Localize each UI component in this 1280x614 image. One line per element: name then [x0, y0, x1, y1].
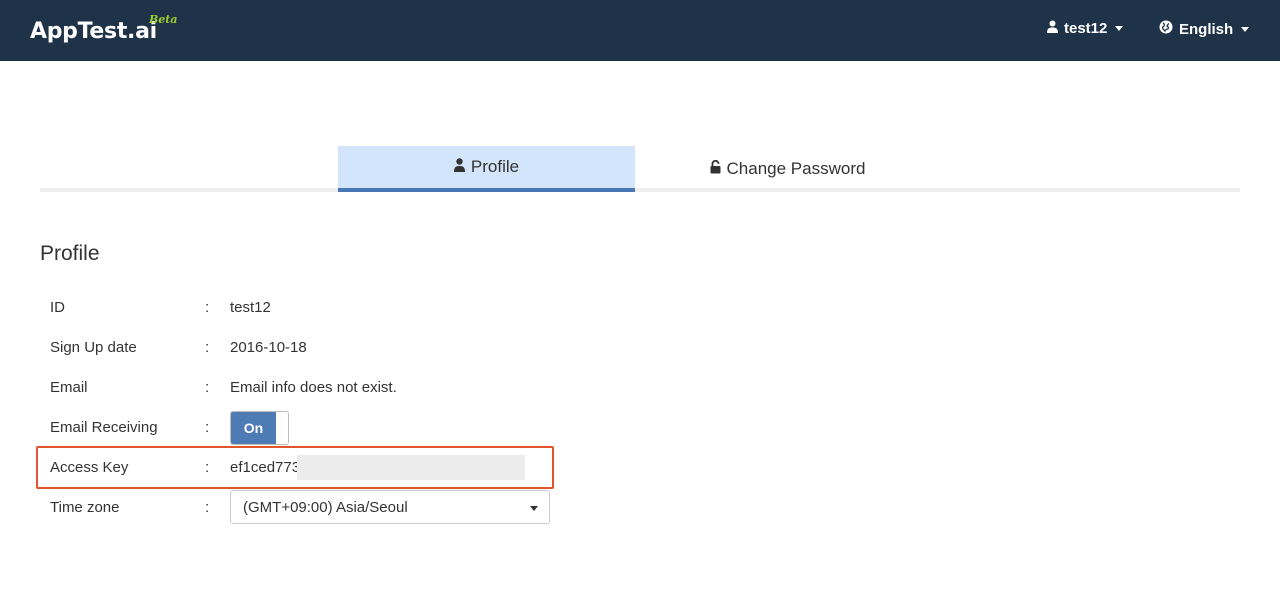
tab-change-password[interactable]: Change Password	[635, 146, 940, 192]
user-icon	[453, 157, 465, 177]
email-receiving-label: Email Receiving	[50, 419, 158, 436]
caret-down-icon	[1115, 26, 1124, 31]
brand-name: AppTest.	[30, 19, 136, 44]
beta-badge: Beta	[149, 13, 178, 26]
signup-date-value: 2016-10-18	[230, 339, 307, 356]
tab-change-password-label: Change Password	[726, 159, 866, 178]
toggle-on-label: On	[231, 412, 276, 444]
separator: :	[205, 299, 210, 316]
id-label: ID	[50, 299, 65, 316]
profile-row-signup: Sign Up date : 2016-10-18	[50, 329, 570, 369]
brand-logo[interactable]: AppTest.ai	[30, 19, 157, 44]
separator: :	[205, 379, 210, 396]
tab-profile[interactable]: Profile	[338, 146, 635, 192]
user-menu-label: test12	[1064, 20, 1108, 37]
profile-row-id: ID : test12	[50, 289, 570, 329]
timezone-selected-value: (GMT+09:00) Asia/Seoul	[243, 498, 408, 516]
email-value: Email info does not exist.	[230, 379, 397, 396]
email-label: Email	[50, 379, 88, 396]
user-icon	[1047, 20, 1058, 37]
separator: :	[205, 419, 210, 436]
profile-row-email: Email : Email info does not exist.	[50, 369, 570, 409]
profile-row-timezone: Time zone : (GMT+09:00) Asia/Seoul	[50, 489, 570, 529]
tab-profile-label: Profile	[470, 157, 520, 176]
profile-row-email-receiving: Email Receiving : On	[50, 409, 570, 449]
email-receiving-toggle[interactable]: On	[230, 411, 289, 445]
caret-down-icon	[1241, 26, 1250, 32]
section-title: Profile	[40, 242, 100, 265]
unlock-icon	[710, 159, 721, 179]
separator: :	[205, 339, 210, 356]
chevron-down-icon	[530, 506, 538, 511]
access-key-highlight-box	[36, 446, 554, 489]
top-navbar: AppTest.ai Beta test12 English	[0, 0, 1280, 61]
user-menu[interactable]: test12	[1047, 20, 1124, 37]
language-menu[interactable]: English	[1159, 20, 1250, 38]
separator: :	[205, 499, 210, 516]
signup-date-label: Sign Up date	[50, 339, 137, 356]
timezone-label: Time zone	[50, 499, 120, 516]
timezone-select[interactable]: (GMT+09:00) Asia/Seoul	[230, 490, 550, 524]
language-menu-label: English	[1179, 20, 1234, 38]
id-value: test12	[230, 299, 271, 316]
globe-icon	[1159, 20, 1173, 38]
profile-tabs: Profile Change Password	[40, 146, 1240, 192]
